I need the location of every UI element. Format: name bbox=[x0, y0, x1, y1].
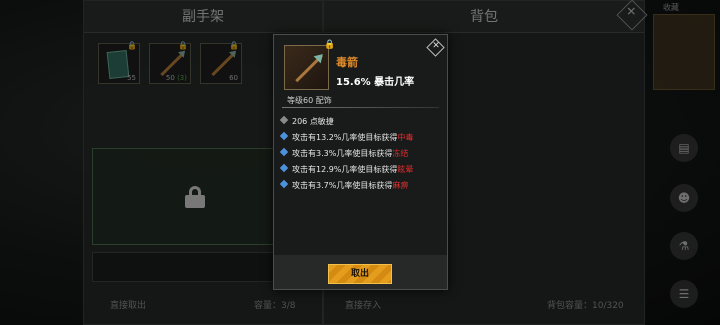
attribute-effect: 攻击有3.7%几率使目标获得麻痹 bbox=[279, 179, 408, 191]
attribute-effect: 攻击有3.3%几率使目标获得冻结 bbox=[279, 147, 408, 159]
take-out-button[interactable]: 取出 bbox=[328, 264, 392, 284]
attribute-effect: 攻击有13.2%几率使目标获得中毒 bbox=[279, 131, 413, 143]
diamond-bullet-icon bbox=[279, 115, 289, 125]
diamond-bullet-icon bbox=[279, 179, 289, 189]
item-icon bbox=[284, 45, 329, 90]
divider bbox=[282, 107, 439, 108]
item-name: 毒箭 bbox=[336, 56, 358, 69]
attribute-base: 206 点敏捷 bbox=[279, 115, 334, 127]
close-tooltip-button[interactable]: ✕ bbox=[426, 38, 445, 57]
attribute-effect: 攻击有12.9%几率使目标获得眩晕 bbox=[279, 163, 413, 175]
diamond-bullet-icon bbox=[279, 163, 289, 173]
item-main-stat: 15.6% 暴击几率 bbox=[336, 77, 415, 88]
lock-icon: 🔒 bbox=[324, 40, 336, 50]
diamond-bullet-icon bbox=[279, 147, 289, 157]
close-icon: ✕ bbox=[432, 40, 440, 51]
item-tooltip: 🔒 毒箭 15.6% 暴击几率 等级60 配饰 ✕ 206 点敏捷 攻击有13.… bbox=[273, 34, 448, 290]
item-level: 等级60 配饰 bbox=[287, 96, 332, 105]
diamond-bullet-icon bbox=[279, 131, 289, 141]
